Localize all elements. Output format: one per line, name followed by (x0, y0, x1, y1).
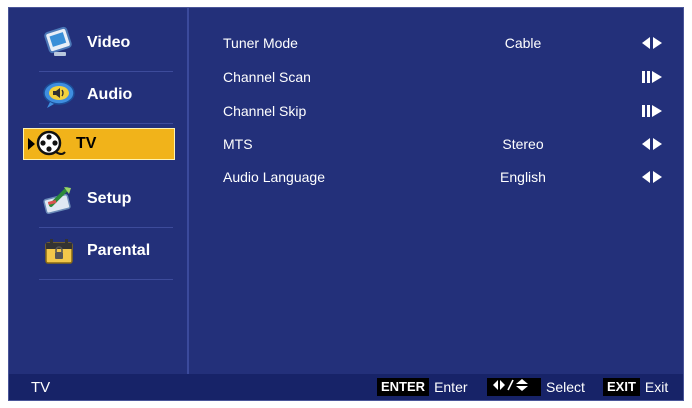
selection-pointer-icon (28, 138, 35, 150)
select-hint: Select (487, 378, 585, 396)
footer-title: TV (31, 379, 51, 396)
menu-row-tuner-mode[interactable]: Tuner Mode Cable (223, 32, 663, 54)
enter-hint-label: Enter (434, 379, 468, 395)
exit-hint: EXIT Exit (603, 378, 668, 396)
film-reel-icon (36, 129, 66, 159)
sidebar: Video Audio TV Setup Parental (9, 8, 189, 374)
sidebar-item-tv[interactable]: TV (23, 128, 175, 160)
menu-row-audio-language[interactable]: Audio Language English (223, 166, 663, 188)
row-label: Channel Skip (223, 103, 307, 119)
sidebar-item-label: TV (76, 135, 97, 152)
row-value: English (500, 169, 546, 185)
exit-hint-label: Exit (644, 379, 669, 395)
menu-row-channel-scan[interactable]: Channel Scan (223, 66, 663, 88)
row-label: Tuner Mode (223, 35, 298, 51)
footer-bar: TV ENTER Enter Select EXIT Exit (9, 374, 683, 400)
row-label: Channel Scan (223, 69, 311, 85)
speaker-bubble-icon (41, 77, 77, 113)
select-hint-label: Select (546, 379, 585, 395)
enter-key-badge: ENTER (377, 378, 430, 396)
sidebar-item-video[interactable]: Video (27, 24, 173, 72)
sidebar-item-label: Audio (87, 86, 133, 103)
video-monitor-icon (41, 25, 77, 61)
left-right-arrow-icon[interactable] (641, 36, 663, 50)
setup-tools-icon (41, 181, 77, 217)
row-value: Cable (504, 35, 542, 51)
exit-key-badge: EXIT (603, 378, 640, 396)
sidebar-item-audio[interactable]: Audio (27, 76, 173, 124)
row-label: Audio Language (223, 169, 325, 185)
navigation-arrows-icon (487, 378, 541, 396)
menu-row-channel-skip[interactable]: Channel Skip (223, 100, 663, 122)
left-right-arrow-icon[interactable] (641, 170, 663, 184)
tv-settings-list: Tuner Mode Cable Channel Scan Channel Sk… (223, 8, 683, 374)
sidebar-item-setup[interactable]: Setup (27, 180, 173, 228)
parental-lock-icon (41, 233, 77, 269)
row-label: MTS (223, 136, 253, 152)
menu-row-mts[interactable]: MTS Stereo (223, 133, 663, 155)
enter-right-arrow-icon[interactable] (641, 104, 663, 118)
sidebar-item-label: Video (87, 34, 131, 51)
enter-right-arrow-icon[interactable] (641, 70, 663, 84)
enter-hint: ENTER Enter (377, 378, 468, 396)
row-value: Stereo (502, 136, 544, 152)
sidebar-item-label: Setup (87, 190, 132, 207)
sidebar-item-parental[interactable]: Parental (27, 232, 173, 280)
left-right-arrow-icon[interactable] (641, 137, 663, 151)
tv-menu-screen: Video Audio TV Setup Parental Tuner Mode… (8, 7, 684, 401)
sidebar-item-label: Parental (87, 242, 151, 259)
